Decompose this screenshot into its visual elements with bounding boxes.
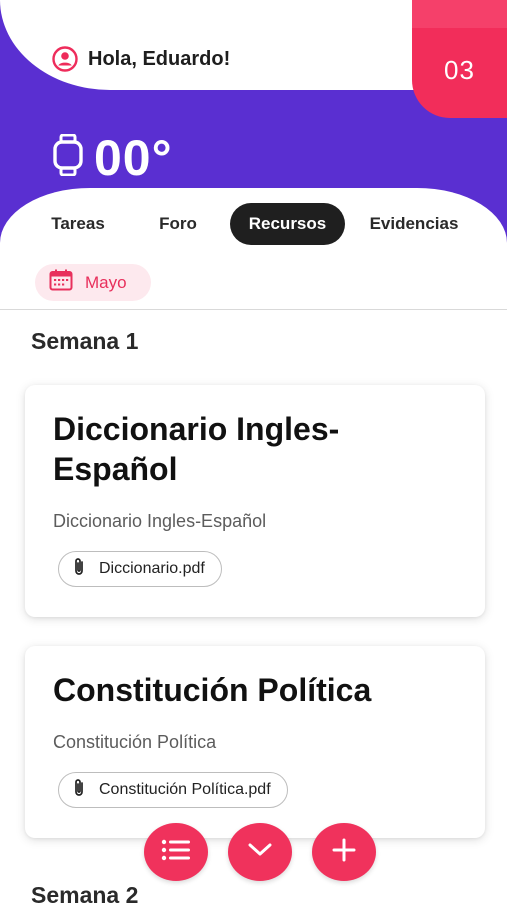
tab-foro[interactable]: Foro (140, 203, 216, 245)
week-title: Semana 2 (31, 882, 139, 908)
resource-title: Constitución Política (53, 672, 372, 708)
tab-tareas[interactable]: Tareas (32, 203, 124, 245)
tab-evidencias[interactable]: Evidencias (358, 203, 470, 245)
attachment-filename: Constitución Política.pdf (99, 781, 271, 798)
plus-icon (331, 837, 357, 868)
badge-top-strip (412, 0, 507, 28)
resource-card[interactable]: Constitución Política Constitución Polít… (25, 646, 485, 838)
month-filter-chip[interactable]: Mayo (35, 264, 151, 301)
list-icon (161, 839, 191, 866)
calendar-icon (49, 269, 73, 296)
paperclip-icon (73, 778, 85, 803)
week-title: Semana 1 (31, 328, 139, 354)
greeting-text: Hola, Eduardo! (88, 47, 231, 70)
temperature-value: 00° (94, 129, 173, 186)
notification-badge[interactable]: 03 (412, 0, 507, 118)
badge-number: 03 (444, 55, 475, 85)
tab-bar: Tareas Foro Recursos Evidencias (0, 203, 507, 245)
greeting: Hola, Eduardo! (52, 45, 230, 73)
chevron-down-icon (247, 842, 273, 863)
attachment-chip[interactable]: Diccionario.pdf (58, 551, 222, 587)
resource-card[interactable]: Diccionario Ingles-Español Diccionario I… (25, 385, 485, 617)
collapse-button[interactable] (228, 823, 292, 881)
paperclip-icon (73, 557, 85, 582)
month-label: Mayo (85, 272, 127, 292)
add-button[interactable] (312, 823, 376, 881)
resource-title: Diccionario Ingles-Español (53, 411, 340, 487)
resource-description: Diccionario Ingles-Español (53, 511, 267, 531)
user-circle-icon[interactable] (52, 46, 78, 72)
attachment-filename: Diccionario.pdf (99, 560, 205, 577)
tab-recursos[interactable]: Recursos (230, 203, 345, 245)
attachment-chip[interactable]: Constitución Política.pdf (58, 772, 288, 808)
watch-icon (52, 133, 84, 181)
resource-description: Constitución Política (53, 732, 217, 752)
list-button[interactable] (144, 823, 208, 881)
divider (0, 309, 507, 310)
temperature-display: 00° (52, 129, 173, 186)
